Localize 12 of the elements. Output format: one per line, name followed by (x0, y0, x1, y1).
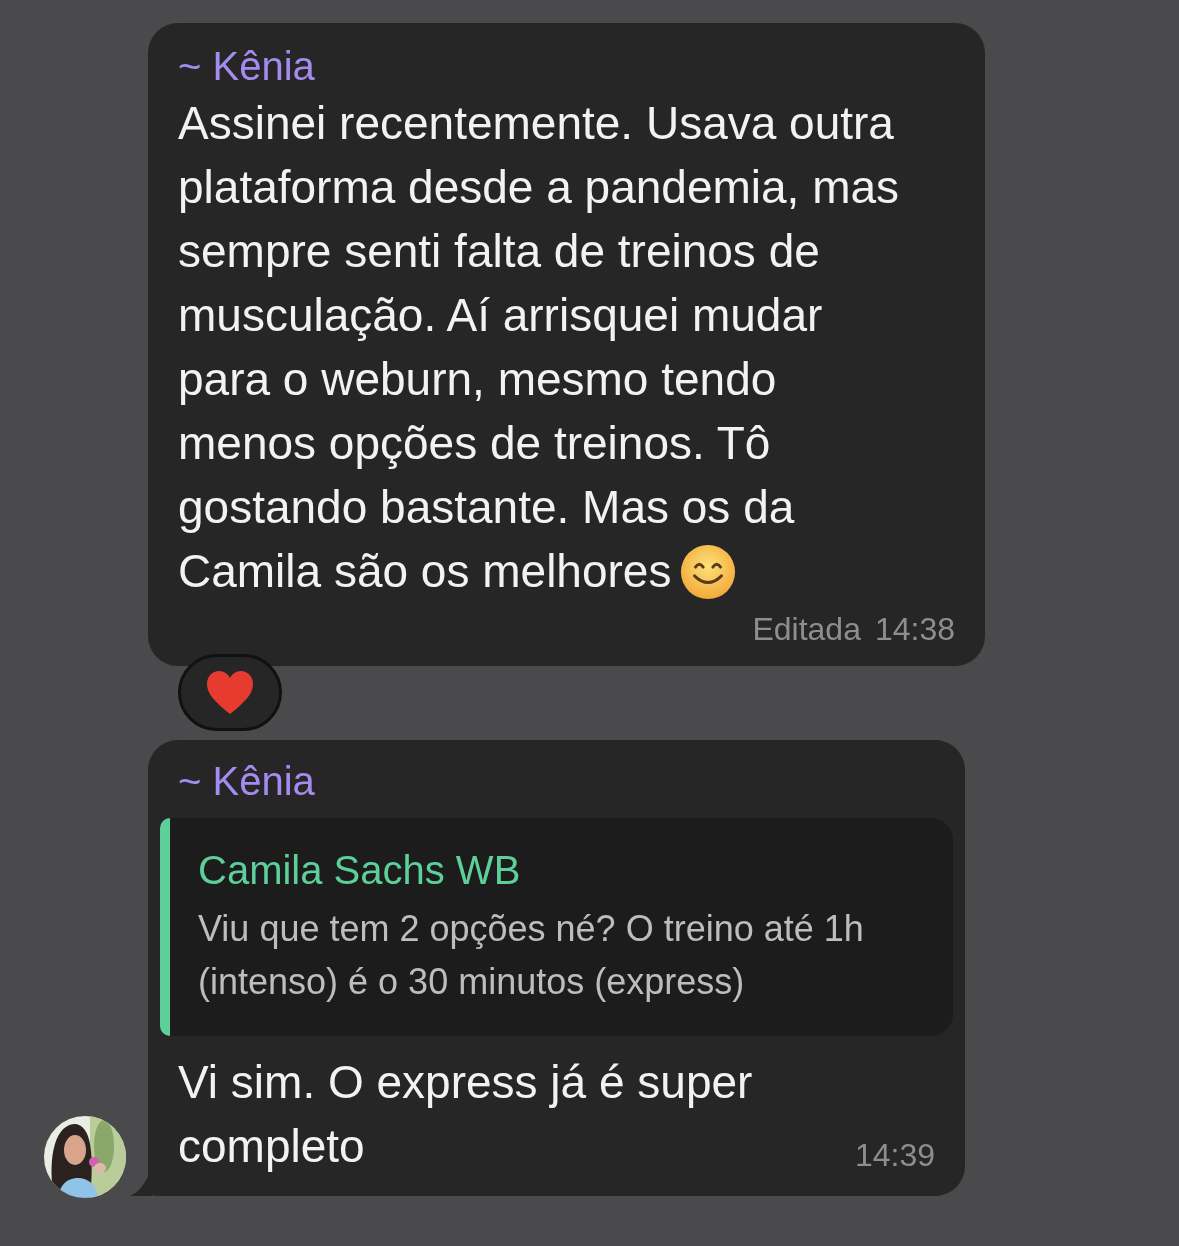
heart-icon (205, 669, 255, 716)
message-text: Assinei recentemente. Usava outra plataforma desde a pandemia, mas sempre senti falta de treinos de musculação. Aí arrisquei mudar para o weburn, mesmo tendo menos opções de treinos. Tô gostando bastante. Mas os da Camila são os melhores (178, 91, 913, 603)
quoted-message[interactable]: Camila Sachs WB Viu que tem 2 opções né? O treino até 1h (intenso) é o 30 minutos (express) (160, 818, 953, 1036)
message-text: Vi sim. O express já é super completo (178, 1055, 754, 1174)
message-time: 14:38 (874, 611, 955, 648)
smiling-face-icon (679, 543, 738, 601)
quoted-text: Viu que tem 2 opções né? O treino até 1h (intenso) é o 30 minutos (express) (198, 907, 865, 1004)
message-time: 14:39 (854, 1137, 935, 1174)
sender-name: ~ Kênia (178, 43, 316, 90)
edited-label: Editada (752, 611, 861, 648)
sender-name: ~ Kênia (177, 758, 316, 805)
quoted-author: Camila Sachs WB (198, 847, 522, 894)
